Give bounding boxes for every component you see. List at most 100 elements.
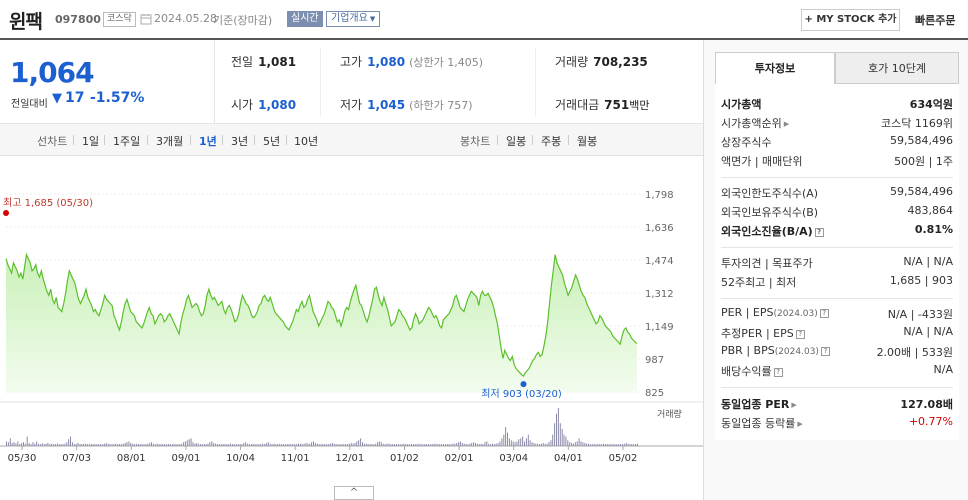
volume-bar [160, 444, 162, 446]
info-tabs: 투자정보 호가 10단계 [715, 52, 959, 84]
volume-bar [243, 443, 245, 446]
volume-bar [232, 444, 233, 446]
help-icon[interactable]: ? [819, 309, 829, 318]
industry-rate-label[interactable]: 동일업종 등락률 ▶ [721, 415, 803, 431]
quick-order-link[interactable]: 빠른주문 [915, 12, 955, 28]
tab-5year[interactable]: 5년 [263, 133, 280, 149]
volume-bar [401, 444, 403, 446]
tab-1day[interactable]: 1일 [82, 133, 99, 149]
tab-1week[interactable]: 1주일 [113, 133, 140, 149]
volume-bar [256, 444, 258, 446]
x-tick-label: 08/01 [117, 453, 146, 464]
volume-bar [205, 444, 207, 446]
volume-bar [482, 444, 484, 446]
high-price: 고가 1,080 (상한가 1,405) [340, 53, 483, 70]
volume-bar [593, 444, 595, 446]
volume-bar [241, 444, 243, 446]
volume-bar [237, 444, 239, 446]
volume-bar [397, 444, 399, 446]
volume-bar [198, 443, 200, 446]
volume-bar [576, 441, 578, 446]
help-icon[interactable]: ? [773, 368, 783, 377]
volume-bar [250, 444, 252, 446]
tab-1year[interactable]: 1년 [199, 133, 217, 149]
volume-bar [122, 443, 124, 446]
volume-bar [81, 444, 83, 446]
tab-monthly-candle[interactable]: 월봉 [577, 133, 597, 149]
volume-bar [378, 441, 380, 446]
volume-bar [6, 441, 7, 446]
divider [222, 135, 223, 145]
chevron-down-icon: ▼ [369, 15, 376, 23]
tab-weekly-candle[interactable]: 주봉 [541, 133, 561, 149]
volume-bar [55, 444, 56, 446]
help-icon[interactable]: ? [820, 347, 830, 356]
volume-bar [606, 444, 608, 446]
volume-bar [77, 443, 79, 446]
volume-bar [137, 444, 139, 446]
divider [254, 135, 255, 145]
volume-bar [578, 438, 580, 446]
chevron-up-icon: ^ [349, 487, 359, 498]
volume-bar [109, 444, 111, 446]
realtime-button[interactable]: 실시간 [287, 11, 323, 27]
divider [190, 135, 191, 145]
price-chart-svg: 1,798 1,636 1,474 1,312 1,149 987 825 05/30 07/… [0, 190, 703, 464]
volume-bar [409, 444, 411, 446]
volume-bar [452, 443, 454, 446]
chevron-right-icon: ▶ [797, 420, 803, 428]
volume-bar [501, 438, 503, 446]
market-cap-rank-text: 시가총액순위 [721, 117, 782, 130]
volume-bar [41, 443, 43, 446]
lower-limit: (하한가 757) [409, 99, 473, 112]
volume-bar [399, 444, 401, 446]
volume-bar [56, 443, 58, 446]
volume-bar [299, 443, 301, 446]
quote-basis: 기준(장마감) [213, 14, 273, 27]
volume-bar [614, 444, 616, 446]
x-tick-label: 04/01 [554, 453, 583, 464]
volume-bar [258, 444, 260, 446]
tab-orderbook[interactable]: 호가 10단계 [835, 52, 959, 84]
volume: 거래량 708,235 [555, 53, 648, 70]
volume-bar [586, 443, 588, 446]
market-cap-rank-row: 시가총액순위 ▶ 코스닥 1169위 [721, 115, 953, 132]
tab-3year[interactable]: 3년 [231, 133, 248, 149]
tab-invest-info[interactable]: 투자정보 [715, 52, 835, 84]
help-icon[interactable]: ? [795, 330, 805, 339]
dividend-text: 배당수익률 [721, 365, 772, 378]
add-my-stock-button[interactable]: + MY STOCK 추가 [801, 9, 900, 31]
volume-bar [45, 443, 47, 446]
tab-3month[interactable]: 3개월 [156, 133, 183, 149]
volume-bar [13, 442, 15, 446]
volume-bar [503, 434, 505, 446]
volume-bar [275, 444, 277, 446]
company-overview-button[interactable]: 기업개요 ▼ [326, 11, 381, 27]
volume-bar [70, 436, 71, 446]
volume-bar [358, 440, 360, 446]
volume-bar [637, 443, 638, 446]
current-price-box: 1,064 전일대비 ▼ 17 -1.57% [0, 40, 215, 124]
help-icon[interactable]: ? [814, 228, 824, 237]
down-arrow-icon: ▼ [52, 91, 62, 106]
price-area [6, 254, 637, 392]
tab-10year[interactable]: 10년 [294, 133, 318, 149]
collapse-chart-button[interactable]: ^ [334, 486, 374, 500]
foreign-hold-label: 외국인보유주식수(B) [721, 206, 819, 219]
industry-per-label[interactable]: 동일업종 PER ▶ [721, 396, 797, 412]
volume-bar [390, 444, 392, 446]
volume-bar [548, 442, 550, 446]
volume-bar [169, 444, 171, 446]
volume-bar [427, 444, 429, 446]
volume-bar [595, 444, 597, 446]
market-cap-rank-label[interactable]: 시가총액순위 ▶ [721, 115, 789, 131]
volume-bar [635, 444, 637, 446]
tab-daily-candle[interactable]: 일봉 [506, 133, 526, 149]
industry-rate-text: 동일업종 등락률 [721, 417, 796, 430]
volume-bar [631, 444, 633, 446]
change-label: 전일대비 [11, 99, 48, 110]
volume-bar [463, 443, 465, 446]
volume-bar [612, 444, 614, 446]
volume-bar [559, 423, 561, 446]
volume-bar [627, 443, 629, 446]
